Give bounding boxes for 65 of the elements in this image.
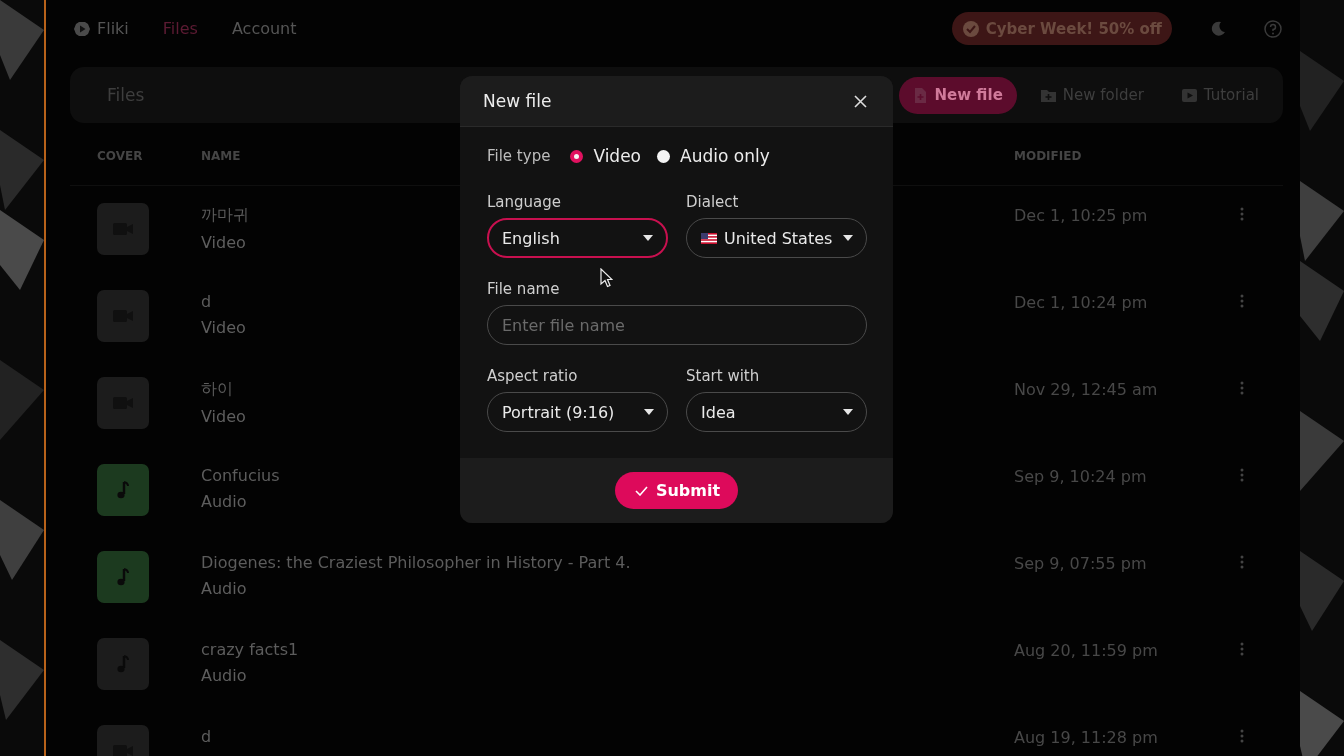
more-icon[interactable]: [1240, 207, 1244, 221]
modified-date: Dec 1, 10:24 pm: [1014, 293, 1148, 312]
more-icon[interactable]: [1240, 381, 1244, 395]
file-name[interactable]: Diogenes: the Craziest Philosopher in History - Part 4.: [201, 553, 631, 572]
modified-date: Sep 9, 07:55 pm: [1014, 554, 1147, 573]
field-label: File type: [487, 147, 551, 165]
file-type: Audio: [201, 666, 247, 685]
file-name[interactable]: 까마귀: [201, 205, 249, 226]
caret-icon: [843, 235, 853, 241]
submit-button[interactable]: Submit: [614, 472, 739, 509]
check-badge-icon: [961, 19, 980, 38]
file-name[interactable]: Confucius: [201, 466, 280, 485]
field-label: Start with: [686, 367, 760, 385]
modified-date: Nov 29, 12:45 am: [1014, 380, 1158, 399]
column-header: COVER: [97, 148, 143, 163]
file-type: Video: [201, 407, 246, 426]
dropdown[interactable]: Idea: [686, 392, 867, 432]
dialog-title: New file: [483, 91, 552, 111]
modified-date: Dec 1, 10:25 pm: [1014, 206, 1148, 225]
brand-name: Fliki: [97, 19, 129, 38]
moon-icon[interactable]: [1209, 19, 1227, 38]
help-icon[interactable]: [1264, 19, 1282, 38]
file-name[interactable]: 하이: [201, 379, 233, 400]
field-label: Dialect: [686, 193, 739, 211]
file-name-input[interactable]: Enter file name: [487, 305, 867, 345]
modified-date: Aug 19, 11:28 pm: [1014, 728, 1158, 747]
dropdown[interactable]: English: [487, 218, 668, 258]
radio-option[interactable]: Audio only: [657, 146, 770, 166]
more-icon[interactable]: [1240, 642, 1244, 656]
nav-link[interactable]: Account: [231, 19, 297, 38]
dropdown[interactable]: United States: [686, 218, 867, 258]
more-icon[interactable]: [1240, 294, 1244, 308]
file-name[interactable]: crazy facts1: [201, 640, 299, 659]
modified-date: Aug 20, 11:59 pm: [1014, 641, 1158, 660]
file-plus-icon: [912, 87, 928, 103]
file-type: Audio: [201, 579, 247, 598]
field-label: Aspect ratio: [487, 367, 578, 385]
modified-date: Sep 9, 10:24 pm: [1014, 467, 1147, 486]
logo-icon: [73, 19, 91, 38]
play-icon: [1181, 87, 1197, 103]
dropdown[interactable]: Portrait (9:16): [487, 392, 668, 432]
column-header: NAME: [201, 148, 241, 163]
field-label: Language: [487, 193, 562, 211]
nav-link[interactable]: Files: [162, 19, 198, 38]
check-icon: [634, 485, 648, 496]
mouse-cursor-icon: [600, 268, 613, 288]
caret-icon: [843, 409, 853, 415]
close-icon: [854, 94, 867, 108]
file-type: Video: [201, 318, 246, 337]
new-file-button[interactable]: New file: [898, 76, 1017, 114]
file-type: Audio: [201, 492, 247, 511]
caret-icon: [643, 235, 653, 241]
more-icon[interactable]: [1240, 468, 1244, 482]
flag-icon: [701, 232, 717, 244]
close-button[interactable]: [854, 94, 867, 108]
column-header: MODIFIED: [1014, 148, 1082, 163]
folder-plus-icon: [1040, 87, 1056, 103]
more-icon[interactable]: [1240, 555, 1244, 569]
caret-icon: [644, 409, 654, 415]
file-name[interactable]: d: [201, 292, 212, 311]
file-type: Video: [201, 233, 246, 252]
file-name[interactable]: d: [201, 727, 212, 746]
radio-option[interactable]: Video: [570, 146, 642, 166]
more-icon[interactable]: [1240, 729, 1244, 743]
field-label: File name: [487, 280, 560, 298]
